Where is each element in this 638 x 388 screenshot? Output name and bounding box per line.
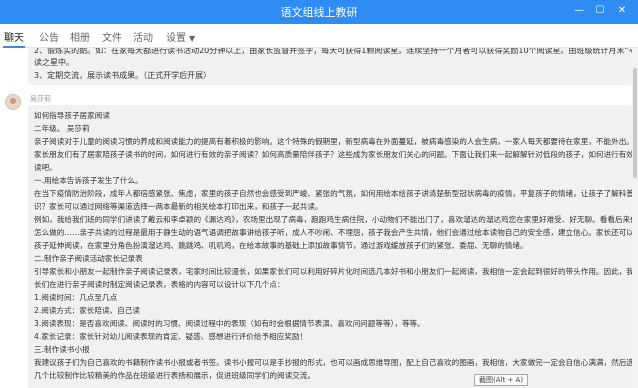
message-line: 4.家长记录：家长针对幼儿阅读表现的肯定、疑惑、感想进行评价给予相应奖励！ (34, 332, 308, 341)
tab-chat[interactable]: 聊天 (4, 29, 24, 44)
message-line: 我建议孩子们为自己喜欢的书籍制作读书小报或者书签。读书小报可以是手抄报的形式，也… (34, 358, 632, 367)
window-title: 语文组线上教研 (280, 6, 358, 19)
tab-settings-label: 设置 (166, 33, 186, 44)
message-line: 识？家长可以通过网络等渠道选择一两本最新的相关绘本打印出来，和孩子一起共读。 (34, 202, 323, 211)
message-line: 读之星中。 (34, 58, 74, 67)
message-line: 2.阅读方式：家长陪读、自己读 (34, 306, 140, 315)
message-line: 怎么做的……亲子共读的过程是最用于静生动的语气语调把故事讲给孩子听，成人不吵闹、… (34, 228, 632, 237)
tab-settings[interactable]: 设置 ▼ (166, 29, 195, 44)
maximize-button[interactable]: ☐ (593, 4, 607, 18)
message-line: 读吧。 (34, 163, 57, 172)
screenshot-tooltip: 截图(Alt + A) (474, 374, 529, 386)
message-bubble: 如何指导孩子居家阅读 二年级。 吴莎莉 亲子阅读对于儿童的阅读习惯的养成和阅读能… (28, 105, 632, 388)
close-button[interactable]: ✕ (615, 4, 629, 18)
message-line: 家长朋友们有了居家陪孩子读书的时间，如何进行有效的亲子阅读？如何高质量陪伴孩子？… (34, 150, 632, 159)
chat-message-area[interactable]: 2、锻炼实的朗。如：在家每天都进行读书活动20分钟以上，由家长监督并签字，每天可… (0, 48, 632, 388)
message-line: 二年级。 吴莎莉 (34, 124, 90, 133)
message-line: 1.阅读时间：几点至几点 (34, 293, 118, 302)
group-tab-bar: 聊天 公告 相册 文件 活动 设置 ▼ (0, 24, 638, 48)
tab-album[interactable]: 相册 (70, 29, 90, 44)
tab-announcement[interactable]: 公告 (39, 29, 59, 44)
tab-activity[interactable]: 活动 (133, 29, 153, 44)
scrollbar[interactable] (632, 48, 638, 388)
message-line: 如何指导孩子居家阅读 (34, 111, 110, 120)
message-line: 引导家长和小朋友一起制作亲子阅读记录表，宅家时间比较漫长，如果家长们可以利用好碎… (34, 267, 632, 276)
previous-message-bubble: 2、锻炼实的朗。如：在家每天都进行读书活动20分钟以上，由家长监督并签字，每天可… (28, 48, 632, 85)
message-line: 3、定期交流，展示读书成果。（正式开学后开展） (34, 71, 212, 80)
scrollbar-thumb[interactable] (633, 68, 637, 178)
message-line: 长们在进行亲子阅读时制定阅读记录表，表格的内容可以设计以下几个点： (34, 280, 285, 289)
message-line: 一.用绘本告诉孩子发生了什么。 (34, 176, 143, 185)
message-line: 2、锻炼实的朗。如：在家每天都进行读书活动20分钟以上，由家长监督并签字，每天可… (34, 48, 632, 55)
sender-name: 吴莎莉 (30, 95, 51, 103)
message-line: 3.阅读表现：是否喜欢阅读、阅读时的习惯、阅读过程中的表现（如有时会根据情节表演… (34, 319, 425, 328)
message-line: 亲子阅读对于儿童的阅读习惯的养成和阅读能力的提高有着积极的影响。这个特殊的假期里… (34, 137, 632, 146)
window-titlebar: 语文组线上教研 — ☐ ✕ (0, 0, 638, 24)
minimize-button[interactable]: — (572, 4, 586, 18)
message-line: 几个比较制作比较精美的作品在班级进行表扬和展示，促进班级同学们的阅读交流。 (34, 371, 315, 380)
tab-files[interactable]: 文件 (102, 29, 122, 44)
message-line: 例如，我给我们班的同学们讲读了戴云和李卓颖的《漏达鸡》，农场里出现了病毒，跑跑鸡… (34, 215, 632, 224)
message-line: 三.制作读书小报 (34, 345, 90, 354)
message-line: 孩子延伸阅读，在家里分角色扮演溜达鸡、跳跳鸡、叽叽鸡，在绘本故事的基础上添加故事… (34, 241, 528, 250)
chevron-down-icon: ▼ (189, 34, 196, 43)
message-line: 二.制作亲子阅读活动家长记录表 (34, 254, 143, 263)
message-line: 在当下疫情防治阶段，成年人都倍感紧张、焦虑，家里的孩子自然也会感受到严峻、紧张的… (34, 189, 632, 198)
avatar[interactable] (5, 94, 21, 110)
